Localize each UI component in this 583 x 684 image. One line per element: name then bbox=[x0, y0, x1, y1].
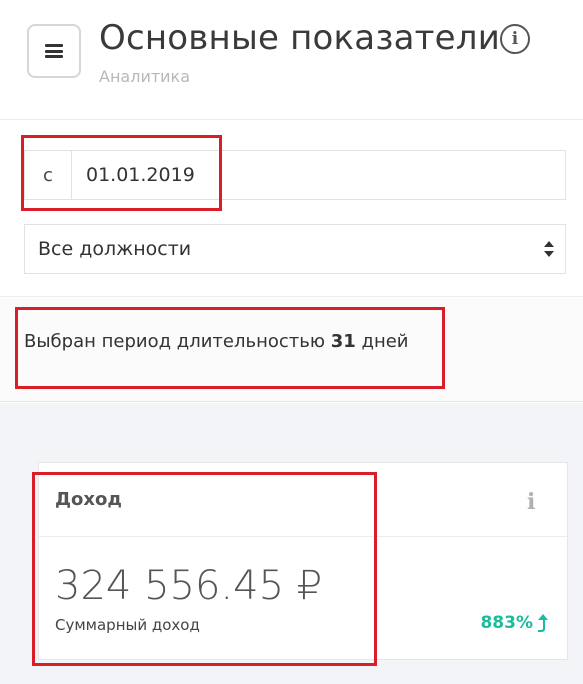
menu-button[interactable] bbox=[27, 24, 81, 78]
date-prefix-label: с bbox=[25, 151, 72, 199]
income-value: 324 556.45 ₽ bbox=[55, 563, 323, 609]
arrow-up-icon bbox=[538, 614, 548, 632]
card-title: Доход bbox=[55, 489, 122, 510]
card-header: Доход i bbox=[39, 463, 567, 537]
info-icon[interactable]: i bbox=[500, 24, 530, 54]
income-card: Доход i 324 556.45 ₽ Суммарный доход 883… bbox=[38, 462, 568, 660]
income-change: 883% bbox=[480, 613, 549, 633]
position-select-value: Все должности bbox=[38, 238, 192, 260]
info-icon[interactable]: i bbox=[527, 489, 535, 515]
filters-panel: с Все должности bbox=[0, 121, 583, 297]
period-text: Выбран период длительностью 31 дней bbox=[24, 331, 409, 352]
page-title: Основные показатели bbox=[99, 18, 500, 58]
select-arrows-icon bbox=[544, 241, 554, 257]
period-info: Выбран период длительностью 31 дней bbox=[0, 298, 583, 402]
position-select[interactable]: Все должности bbox=[24, 224, 566, 274]
hamburger-icon bbox=[45, 44, 63, 58]
period-days: 31 bbox=[330, 331, 356, 352]
date-input-group: с bbox=[24, 150, 566, 200]
page-header: Основные показатели i Аналитика bbox=[0, 0, 583, 120]
income-label: Суммарный доход bbox=[55, 616, 200, 634]
date-input[interactable] bbox=[73, 151, 565, 199]
page-subtitle: Аналитика bbox=[99, 67, 191, 86]
income-change-value: 883% bbox=[480, 613, 533, 633]
